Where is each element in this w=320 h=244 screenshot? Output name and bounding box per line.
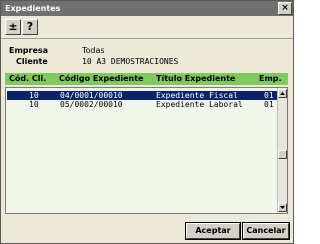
column-header-titulo[interactable]: Título Expediente <box>156 74 235 84</box>
table-row[interactable]: 10 05/0002/00010 Expediente Laboral 01 <box>7 100 277 109</box>
cliente-label: Cliente <box>16 57 48 66</box>
cell-titulo: Expediente Fiscal <box>156 91 238 100</box>
window-title: Expedientes <box>5 4 61 13</box>
close-button[interactable]: × <box>278 2 292 15</box>
cell-emp: 01 <box>264 91 274 100</box>
column-header-cod-cli[interactable]: Cód. Cli. <box>9 74 46 84</box>
title-bar[interactable]: Expedientes × <box>1 1 293 16</box>
scroll-up-button[interactable] <box>278 89 287 98</box>
vertical-scrollbar[interactable] <box>277 88 287 213</box>
column-header-codigo[interactable]: Código Expediente <box>59 74 143 84</box>
arrow-down-icon <box>280 206 285 209</box>
cell-emp: 01 <box>264 100 274 109</box>
arrow-up-icon <box>280 92 285 95</box>
cancel-button[interactable]: Cancelar <box>242 222 290 240</box>
empresa-value: Todas <box>82 46 105 55</box>
table-header: Cód. Cli. Código Expediente Título Exped… <box>5 73 288 85</box>
accept-button[interactable]: Aceptar <box>185 222 241 240</box>
toolbar-divider <box>1 38 293 39</box>
scroll-thumb[interactable] <box>278 150 287 159</box>
cell-codigo: 04/0001/00010 <box>60 91 123 100</box>
expedientes-list[interactable]: 10 04/0001/00010 Expediente Fiscal 01 10… <box>5 87 288 214</box>
scroll-down-button[interactable] <box>278 203 287 212</box>
plus-minus-button[interactable]: ± <box>5 19 21 35</box>
table-row[interactable]: 10 04/0001/00010 Expediente Fiscal 01 <box>7 91 277 100</box>
cell-cod-cli: 10 <box>29 91 39 100</box>
cell-cod-cli: 10 <box>29 100 39 109</box>
column-header-emp[interactable]: Emp. <box>259 74 282 84</box>
toolbar: ± ? <box>1 16 293 39</box>
empresa-label: Empresa <box>9 46 49 55</box>
expedientes-dialog: Expedientes × ± ? Empresa Todas Cliente … <box>0 0 294 244</box>
cliente-value: 10 A3 DEMOSTRACIONES <box>82 57 179 66</box>
help-button[interactable]: ? <box>22 19 38 35</box>
cell-codigo: 05/0002/00010 <box>60 100 123 109</box>
cell-titulo: Expediente Laboral <box>156 100 243 109</box>
